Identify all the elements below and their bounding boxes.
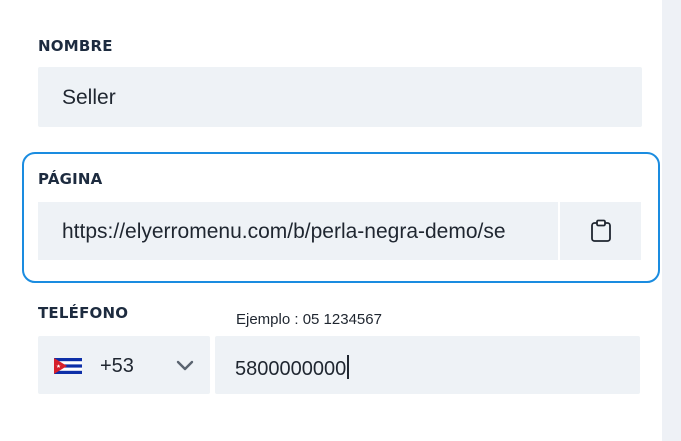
phone-number-input[interactable]: 5800000000 (215, 336, 640, 394)
phone-number-value: 5800000000 (235, 355, 349, 381)
nombre-value: Seller (62, 86, 116, 109)
pagina-url-value: https://elyerromenu.com/b/perla-negra-de… (62, 220, 506, 243)
pagina-label: PÁGINA (38, 170, 103, 188)
pagina-input[interactable]: https://elyerromenu.com/b/perla-negra-de… (38, 202, 558, 260)
telefono-label: TELÉFONO (38, 304, 129, 322)
phone-number-text: 5800000000 (235, 358, 347, 380)
chevron-down-icon (176, 360, 194, 371)
country-code-select[interactable]: +53 (38, 336, 210, 394)
telefono-hint: Ejemplo : 05 1234567 (236, 311, 382, 328)
clipboard-icon (591, 219, 611, 242)
form-card: NOMBRE Seller PÁGINA https://elyerromenu… (0, 0, 662, 441)
copy-url-button[interactable] (558, 202, 641, 260)
text-caret (347, 355, 349, 379)
pagina-field-group: https://elyerromenu.com/b/perla-negra-de… (38, 202, 642, 260)
nombre-label: NOMBRE (38, 37, 113, 55)
country-code-value: +53 (100, 355, 134, 377)
pagina-url-clip: https://elyerromenu.com/b/perla-negra-de… (62, 202, 572, 260)
cuba-flag-icon (54, 358, 82, 374)
nombre-input[interactable]: Seller (38, 67, 642, 127)
